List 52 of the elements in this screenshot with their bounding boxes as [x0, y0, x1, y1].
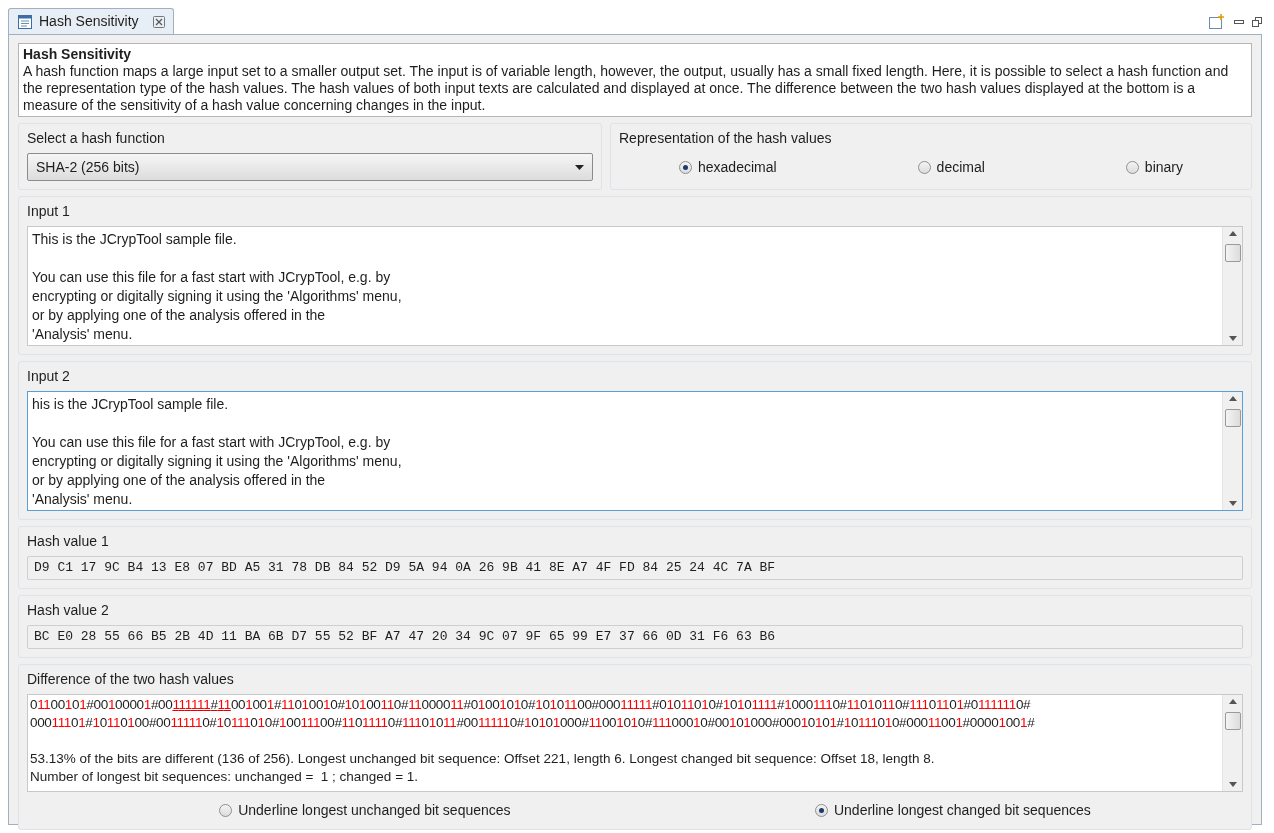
view-tab[interactable]: Hash Sensitivity	[8, 8, 174, 34]
caret-icon	[575, 164, 584, 170]
scrollbar-thumb[interactable]	[1224, 409, 1241, 427]
radio-option[interactable]: hexadecimal	[679, 157, 777, 178]
group-label: Input 2	[27, 367, 71, 386]
hash-value-field[interactable]: BC E0 28 55 66 B5 2B 4D 11 BA 6B D7 55 52 BF A7 47 20 34 9C 07 9F 65 99 E7 37 66 0D 31 F6 63 B6	[27, 625, 1243, 649]
description-text: A hash function maps a large input set to a smaller output set. The input is of variable length, however, the output, usually has a small fixed length. Here, it is possible to select a hash function and the representation type of the hash values. The hash values of both input texts are calculated and displayed at once. The difference between the two hash values displayed at the bottom is a measure of the sensitivity of a hash value concerning changes in the input.	[23, 63, 1230, 114]
input-text-line: encrypting or digitally signing it using the 'Algorithms' menu,	[32, 452, 403, 471]
group-label: Select a hash function	[27, 129, 166, 148]
hash-value-field[interactable]: D9 C1 17 9C B4 13 E8 07 BD A5 31 78 DB 84 52 D9 5A 94 0A 26 9B 41 8E A7 4F FD 84 25 24 4C 7A BF	[27, 556, 1243, 580]
bit-difference-line: 01100101#00100001#00111111#11001001#11010010#10100110#11000011#01001010#10101100#00011111#01011010#10101111#10001110#11010110#11101101#01111110#	[30, 696, 1032, 714]
input-text-area[interactable]	[27, 226, 1243, 346]
group-label: Difference of the two hash values	[27, 670, 235, 689]
scrollbar[interactable]	[1222, 227, 1242, 345]
hash-function-dropdown[interactable]: SHA-2 (256 bits)	[27, 153, 593, 181]
new-view-icon[interactable]	[1208, 14, 1226, 30]
input-text-area[interactable]	[27, 391, 1243, 511]
scroll-down-arrow-icon[interactable]	[1228, 501, 1237, 506]
difference-text-area[interactable]	[27, 694, 1243, 792]
difference-summary: Number of longest bit sequences: unchanged = 1 ; changed = 1.	[30, 768, 420, 786]
scroll-down-arrow-icon[interactable]	[1228, 782, 1237, 787]
document-icon	[17, 13, 33, 30]
group-label: Hash value 1	[27, 532, 110, 551]
scrollbar-thumb[interactable]	[1224, 244, 1241, 262]
input-text-line: 'Analysis' menu.	[32, 325, 134, 344]
scrollbar[interactable]	[1222, 695, 1242, 791]
scroll-down-arrow-icon[interactable]	[1228, 336, 1237, 341]
scroll-up-arrow-icon[interactable]	[1228, 699, 1237, 704]
close-icon[interactable]	[152, 15, 165, 28]
bit-difference-line: 00011101#10110100#00111110#10111010#10011100#11011110#11101011#00111110#10101000#11001010#11100010#00101000#00010101#10111010#00011001#00001001#	[30, 714, 1036, 732]
input-text-line: You can use this file for a fast start with JCrypTool, e.g. by	[32, 268, 392, 287]
group-label: Representation of the hash values	[619, 129, 833, 148]
group-label: Input 1	[27, 202, 71, 221]
scroll-up-arrow-icon[interactable]	[1228, 396, 1237, 401]
input-text-line: or by applying one of the analysis offered in the	[32, 471, 327, 490]
input-text-line: You can use this file for a fast start with JCrypTool, e.g. by	[32, 433, 392, 452]
group-label: Hash value 2	[27, 601, 110, 620]
input-text-line: or by applying one of the analysis offered in the	[32, 306, 327, 325]
input-text-line: 'Analysis' menu.	[32, 490, 134, 509]
scrollbar-thumb[interactable]	[1224, 712, 1241, 730]
description-title: Hash Sensitivity	[23, 46, 133, 63]
difference-summary: 53.13% of the bits are different (136 of 256). Longest unchanged bit sequence: Offset 221, length 6. Longest changed bit sequence: Offset 18, length 8.	[30, 750, 936, 768]
input-text-line: encrypting or digitally signing it using the 'Algorithms' menu,	[32, 287, 403, 306]
scrollbar[interactable]	[1222, 392, 1242, 510]
radio-option[interactable]: binary	[1125, 157, 1183, 178]
radio-option[interactable]: Underline longest changed bit sequences	[814, 800, 1091, 821]
radio-option[interactable]: Underline longest unchanged bit sequences	[219, 800, 511, 821]
input-text-line: This is the JCrypTool sample file.	[32, 230, 238, 249]
maximize-icon[interactable]	[1252, 17, 1262, 27]
radio-option[interactable]: decimal	[917, 157, 985, 178]
scroll-up-arrow-icon[interactable]	[1228, 231, 1237, 236]
input-text-line: his is the JCrypTool sample file.	[32, 395, 230, 414]
